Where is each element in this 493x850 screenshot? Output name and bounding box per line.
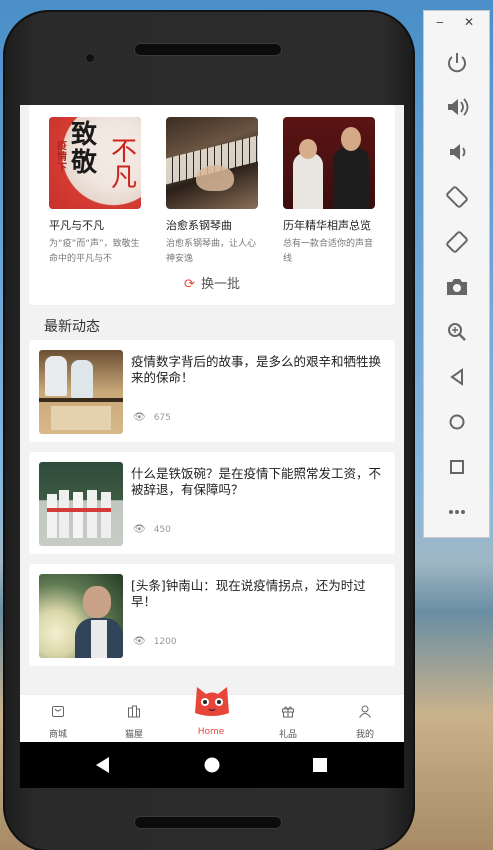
news-item-3[interactable]: [头条]钟南山：现在说疫情拐点，还为时过早！ 👁 1200 — [29, 564, 395, 666]
volume-up-icon[interactable] — [443, 93, 471, 121]
news-views-3: 1200 — [153, 637, 177, 647]
news-item-1[interactable]: 疫情数字背后的故事，是多么的艰辛和牺牲换来的保命！ 👁 675 — [29, 340, 395, 442]
power-icon[interactable] — [443, 49, 471, 77]
cat-logo-icon — [195, 687, 229, 716]
reco-cover-2 — [166, 117, 258, 209]
phone-frame: 致敬 疫情下 不凡 平凡与不凡 为“疫”而“声”，致敬生命中的平凡与不 治愈系钢… — [3, 10, 415, 850]
user-icon — [359, 705, 371, 718]
tab-label-cat-house: 猫屋 — [124, 730, 143, 740]
speaker-grill-bottom — [134, 816, 282, 829]
front-camera — [85, 53, 95, 63]
cover-side-text: 不凡 — [111, 137, 138, 193]
cover-title-text: 致敬 — [71, 120, 98, 178]
reco-title-3: 历年精华相声总览 — [283, 219, 371, 232]
back-icon[interactable] — [443, 363, 471, 391]
eye-icon: 👁 — [133, 412, 146, 423]
eye-icon: 👁 — [133, 524, 146, 535]
news-item-2[interactable]: 什么是铁饭碗？是在疫情下能照常发工资，不被辞退，有保障吗？ 👁 450 — [29, 452, 395, 554]
nav-home-icon[interactable] — [204, 757, 220, 773]
nav-back-icon[interactable] — [96, 757, 110, 773]
tab-cat-house[interactable]: 猫屋 — [96, 695, 172, 743]
minimize-icon[interactable]: ‒ — [436, 15, 444, 29]
news-meta-3: 👁 1200 — [133, 636, 177, 647]
nav-overview-icon[interactable] — [313, 758, 327, 772]
reco-desc-1: 为“疫”而“声”，致敬生命中的平凡与不 — [49, 239, 140, 264]
app-screen: 致敬 疫情下 不凡 平凡与不凡 为“疫”而“声”，致敬生命中的平凡与不 治愈系钢… — [20, 105, 404, 788]
refresh-icon: ⟳ — [184, 277, 195, 292]
refresh-label: 换一批 — [200, 277, 240, 292]
tab-home[interactable]: Home — [173, 687, 249, 743]
news-title-1: 疫情数字背后的故事，是多么的艰辛和牺牲换来的保命！ — [131, 354, 382, 385]
eye-icon: 👁 — [133, 636, 146, 647]
news-thumb-3 — [39, 574, 123, 658]
tab-me[interactable]: 我的 — [327, 695, 403, 743]
news-meta-1: 👁 675 — [133, 412, 171, 423]
reco-desc-3: 总有一款合适你的声音线 — [283, 239, 374, 264]
reco-title-1: 平凡与不凡 — [49, 219, 104, 232]
news-views-2: 450 — [153, 525, 171, 535]
recommendation-card: 致敬 疫情下 不凡 平凡与不凡 为“疫”而“声”，致敬生命中的平凡与不 治愈系钢… — [29, 105, 395, 305]
reco-item-3[interactable]: 历年精华相声总览 总有一款合适你的声音线 — [283, 117, 375, 267]
news-title-2: 什么是铁饭碗？是在疫情下能照常发工资，不被辞退，有保障吗？ — [131, 466, 382, 497]
reco-cover-3 — [283, 117, 375, 209]
tab-label-mall: 商城 — [48, 730, 67, 740]
more-icon[interactable] — [443, 498, 471, 526]
emulator-side-panel: ‒ ✕ — [423, 10, 490, 538]
tab-label-home: Home — [197, 727, 225, 737]
overview-icon[interactable] — [443, 453, 471, 481]
cat-house-icon — [128, 705, 140, 718]
tab-label-gift: 礼品 — [278, 730, 297, 740]
mall-icon — [52, 706, 64, 717]
volume-down-icon[interactable] — [443, 138, 471, 166]
reco-cover-1: 致敬 疫情下 不凡 — [49, 117, 141, 209]
news-views-1: 675 — [153, 413, 171, 423]
news-thumb-1 — [39, 350, 123, 434]
close-icon[interactable]: ✕ — [464, 15, 474, 29]
zoom-icon[interactable] — [443, 318, 471, 346]
android-nav-bar — [20, 742, 404, 788]
reco-item-1[interactable]: 致敬 疫情下 不凡 平凡与不凡 为“疫”而“声”，致敬生命中的平凡与不 — [49, 117, 141, 267]
tab-mall[interactable]: 商城 — [20, 695, 96, 743]
news-thumb-2 — [39, 462, 123, 546]
rotate-left-icon[interactable] — [443, 183, 471, 211]
section-title: 最新动态 — [44, 319, 100, 335]
reco-desc-2: 治愈系钢琴曲，让人心神安逸 — [166, 239, 257, 264]
reco-item-2[interactable]: 治愈系钢琴曲 治愈系钢琴曲，让人心神安逸 — [166, 117, 258, 267]
cover-sub-text: 疫情下 — [57, 141, 67, 174]
news-title-3: [头条]钟南山：现在说疫情拐点，还为时过早！ — [131, 578, 366, 609]
tab-gift[interactable]: 礼品 — [250, 695, 326, 743]
news-meta-2: 👁 450 — [133, 524, 171, 535]
speaker-grill-top — [134, 43, 282, 56]
rotate-right-icon[interactable] — [443, 228, 471, 256]
tab-label-me: 我的 — [355, 730, 374, 740]
refresh-button[interactable]: ⟳ 换一批 — [29, 273, 395, 292]
camera-icon[interactable] — [443, 273, 471, 301]
bottom-tab-bar: 商城 猫屋 Home 礼品 我的 — [20, 687, 404, 743]
gift-icon — [282, 706, 294, 718]
reco-title-2: 治愈系钢琴曲 — [166, 219, 232, 232]
home-icon[interactable] — [443, 408, 471, 436]
